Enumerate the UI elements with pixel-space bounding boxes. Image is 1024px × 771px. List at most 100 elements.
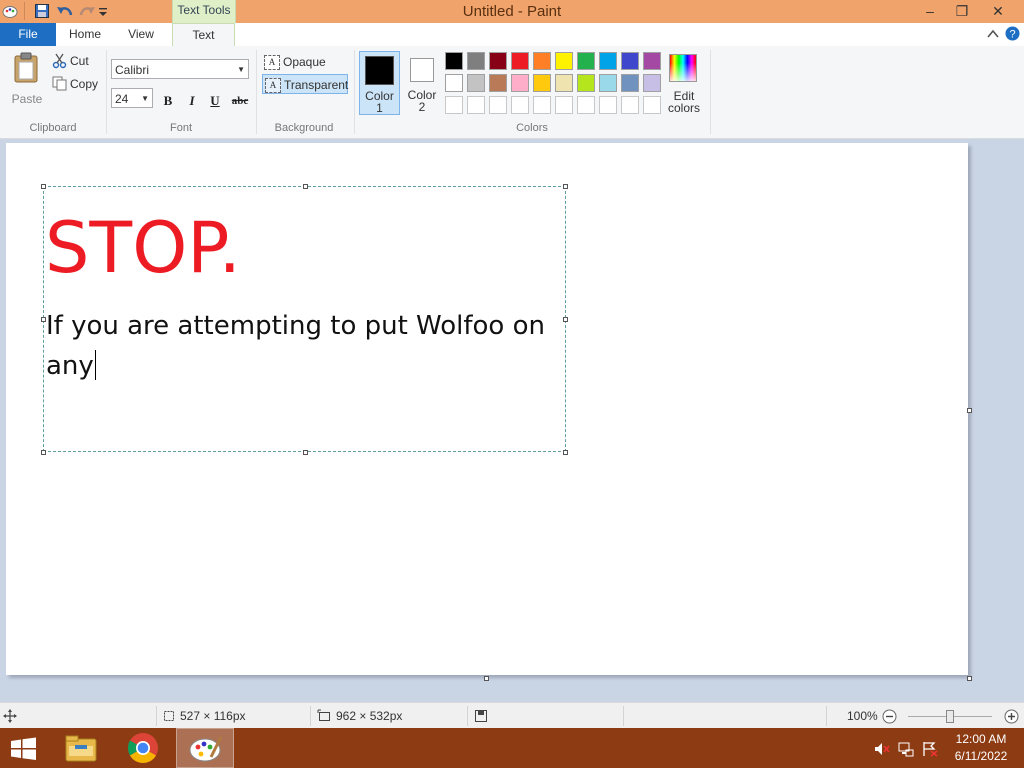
color1-button[interactable]: Color 1 [359, 51, 400, 115]
custom-color-slot[interactable] [467, 96, 485, 114]
strikethrough-button[interactable]: abc [229, 91, 251, 111]
canvas-resize-handle-right[interactable] [967, 408, 972, 413]
edit-colors-button[interactable]: Edit colors [666, 52, 702, 118]
ribbon: Paste Cut Copy Clipboard Calibri ▼ 24 ▼ … [0, 46, 1024, 139]
windows-logo-icon [11, 737, 36, 760]
zoom-out-button[interactable] [882, 709, 897, 724]
custom-color-slot[interactable] [533, 96, 551, 114]
canvas-body-text: If you are attempting to put Wolfoo on a… [46, 306, 566, 386]
collapse-ribbon-icon[interactable] [986, 27, 1000, 41]
canvas-size-icon [317, 709, 331, 723]
bold-button[interactable]: B [158, 91, 178, 111]
palette-swatch[interactable] [467, 74, 485, 92]
copy-label: Copy [70, 77, 99, 91]
zoom-in-button[interactable] [1004, 709, 1019, 724]
paint-taskbar-icon[interactable] [176, 728, 234, 768]
network-icon[interactable] [898, 741, 914, 757]
taskbar-clock[interactable]: 12:00 AM 6/11/2022 [940, 731, 1022, 765]
maximize-button[interactable]: ❐ [946, 0, 978, 22]
palette-swatch[interactable] [577, 74, 595, 92]
status-separator [156, 706, 157, 726]
text-box-handle[interactable] [563, 450, 568, 455]
color2-button[interactable]: Color 2 [403, 51, 441, 115]
clipboard-group-label: Clipboard [29, 122, 77, 134]
svg-text:?: ? [1009, 29, 1015, 41]
custom-color-slot[interactable] [577, 96, 595, 114]
transparent-label: Transparent [284, 78, 349, 92]
close-button[interactable]: ✕ [982, 0, 1014, 22]
taskbar: 12:00 AM 6/11/2022 [0, 728, 1024, 768]
volume-muted-icon[interactable] [874, 741, 890, 757]
palette-swatch[interactable] [489, 52, 507, 70]
font-size-select[interactable]: 24 ▼ [111, 88, 153, 108]
tab-view[interactable]: View [114, 23, 168, 46]
palette-swatch[interactable] [621, 52, 639, 70]
start-button[interactable] [10, 737, 38, 761]
palette-swatch[interactable] [555, 52, 573, 70]
palette-swatch[interactable] [643, 52, 661, 70]
paste-icon [14, 52, 38, 83]
action-center-icon[interactable] [922, 741, 938, 757]
custom-color-slot[interactable] [445, 96, 463, 114]
palette-swatch[interactable] [621, 74, 639, 92]
paste-button[interactable]: Paste [8, 50, 46, 106]
help-icon[interactable]: ? [1005, 26, 1020, 41]
edit-colors-label-2: colors [667, 101, 700, 115]
palette-swatch[interactable] [533, 52, 551, 70]
chrome-taskbar-icon[interactable] [118, 728, 168, 768]
custom-color-slot[interactable] [511, 96, 529, 114]
canvas-resize-handle-bottom[interactable] [484, 676, 489, 681]
font-family-select[interactable]: Calibri ▼ [111, 59, 249, 79]
canvas-resize-handle-corner[interactable] [967, 676, 972, 681]
color2-swatch [410, 58, 434, 82]
opaque-label: Opaque [283, 55, 326, 69]
palette-swatch[interactable] [511, 74, 529, 92]
cut-button[interactable]: Cut [52, 53, 102, 71]
palette-swatch[interactable] [511, 52, 529, 70]
title-bar: Text Tools Untitled - Paint – ❐ ✕ [0, 0, 1024, 23]
custom-color-slot[interactable] [599, 96, 617, 114]
color1-number: 1 [376, 101, 383, 115]
tab-text[interactable]: Text [172, 23, 235, 48]
text-box-handle[interactable] [303, 184, 308, 189]
opaque-option[interactable]: A Opaque [262, 52, 348, 72]
palette-swatch[interactable] [467, 52, 485, 70]
custom-color-slot[interactable] [489, 96, 507, 114]
chevron-down-icon: ▼ [237, 65, 245, 74]
text-box-handle[interactable] [563, 184, 568, 189]
cut-label: Cut [70, 54, 89, 68]
zoom-level-text: 100% [847, 709, 878, 723]
custom-color-slot[interactable] [555, 96, 573, 114]
palette-swatch[interactable] [555, 74, 573, 92]
minimize-button[interactable]: – [914, 0, 946, 22]
palette-swatch[interactable] [489, 74, 507, 92]
palette-swatch[interactable] [599, 52, 617, 70]
color-palette [445, 52, 665, 118]
palette-swatch[interactable] [599, 74, 617, 92]
file-size-icon [474, 709, 488, 723]
palette-swatch[interactable] [445, 74, 463, 92]
palette-swatch[interactable] [533, 74, 551, 92]
palette-swatch[interactable] [445, 52, 463, 70]
transparent-option[interactable]: A Transparent [262, 74, 348, 94]
clock-time: 12:00 AM [955, 732, 1007, 746]
custom-color-slot[interactable] [621, 96, 639, 114]
tab-home[interactable]: Home [56, 23, 114, 46]
opaque-icon: A [264, 55, 280, 70]
text-box-handle[interactable] [303, 450, 308, 455]
text-box-handle[interactable] [41, 450, 46, 455]
file-explorer-taskbar-icon[interactable] [56, 728, 106, 768]
palette-swatch[interactable] [577, 52, 595, 70]
copy-button[interactable]: Copy [52, 75, 102, 93]
italic-button[interactable]: I [182, 91, 202, 111]
canvas-size-text: 962 × 532px [336, 709, 403, 723]
palette-swatch[interactable] [643, 74, 661, 92]
underline-button[interactable]: U [205, 91, 225, 111]
font-family-value: Calibri [115, 63, 150, 77]
color1-swatch [365, 56, 394, 85]
zoom-slider-thumb[interactable] [946, 710, 954, 723]
custom-color-slot[interactable] [643, 96, 661, 114]
text-box-handle[interactable] [41, 184, 46, 189]
font-group-label: Font [169, 122, 192, 134]
tab-file[interactable]: File [0, 23, 56, 46]
